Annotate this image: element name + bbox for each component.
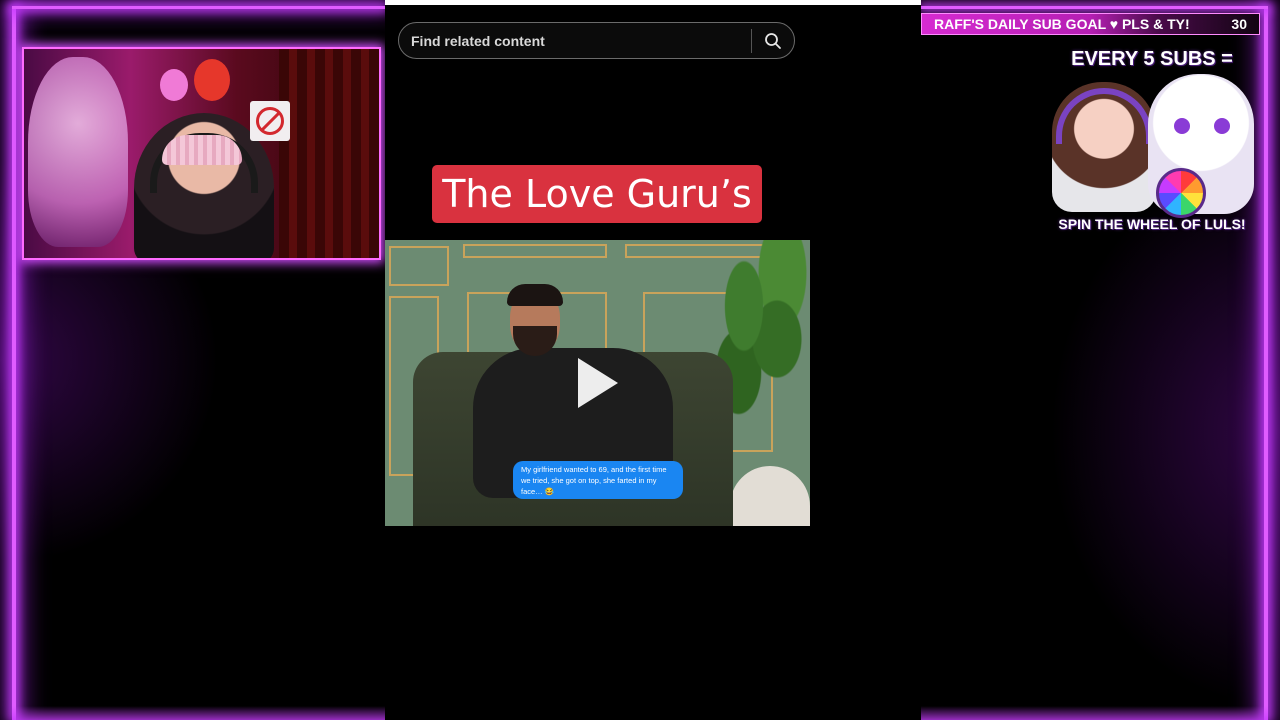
- browser-top-edge: [385, 0, 921, 5]
- browser-panel: The Love Guru’s My girlfriend wanted to …: [385, 0, 921, 720]
- man-hair: [507, 284, 563, 306]
- search-icon: [765, 32, 781, 49]
- text-message-bubble: My girlfriend wanted to 69, and the firs…: [513, 461, 683, 499]
- balloon: [194, 59, 230, 101]
- promo-top-text: EVERY 5 SUBS =: [1071, 48, 1233, 70]
- side-table: [730, 466, 810, 526]
- bear-eye: [1174, 118, 1190, 134]
- no-sign-icon: [250, 101, 290, 141]
- curtain: [279, 49, 379, 258]
- plush-bear: [28, 57, 128, 247]
- search-button[interactable]: [752, 23, 794, 58]
- video-title-banner: The Love Guru’s: [432, 165, 762, 223]
- prize-wheel-icon: [1156, 168, 1206, 218]
- search-input[interactable]: [399, 23, 751, 58]
- promo-bottom-text: SPIN THE WHEEL OF LULS!: [1058, 216, 1246, 232]
- wall-molding: [463, 244, 607, 258]
- search-bar: [398, 22, 795, 59]
- sub-goal-count: 30: [1231, 16, 1247, 32]
- play-icon[interactable]: [578, 358, 618, 408]
- beanie: [162, 135, 242, 165]
- video-player[interactable]: My girlfriend wanted to 69, and the firs…: [385, 240, 810, 526]
- wheel-promo: EVERY 5 SUBS = SPIN THE WHEEL OF LULS!: [1044, 44, 1260, 240]
- wall-molding: [389, 246, 449, 286]
- balloon: [160, 69, 188, 101]
- sub-goal-label: RAFF'S DAILY SUB GOAL ♥ PLS & TY!: [934, 16, 1190, 32]
- sub-goal-bar: RAFF'S DAILY SUB GOAL ♥ PLS & TY! 30: [921, 13, 1260, 35]
- webcam-feed: [22, 47, 381, 260]
- bear-eye: [1214, 118, 1230, 134]
